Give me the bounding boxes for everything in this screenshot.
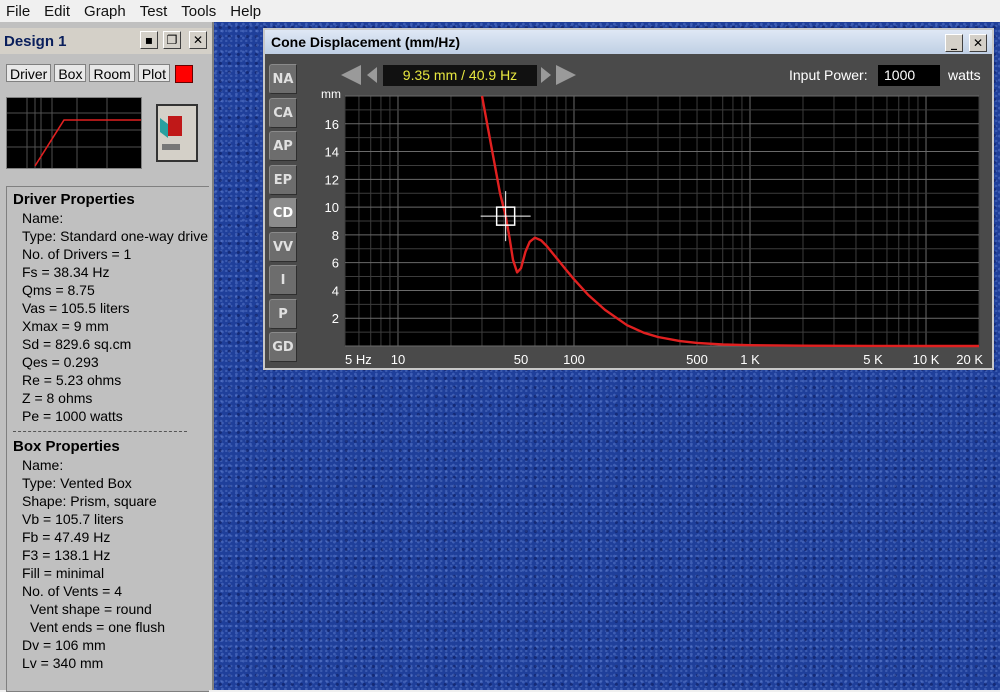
- vent-prop-line: Vent ends = one flush: [30, 619, 166, 635]
- minimize-icon[interactable]: _: [945, 34, 963, 52]
- tab-driver[interactable]: Driver: [6, 64, 52, 82]
- tab-box[interactable]: Box: [54, 64, 87, 82]
- next-arrow-icon[interactable]: [556, 65, 576, 85]
- input-power-unit: watts: [948, 67, 981, 83]
- box-prop-line: Vb = 105.7 liters: [22, 511, 124, 527]
- tab-cd[interactable]: CD: [269, 198, 297, 228]
- tab-plot[interactable]: Plot: [137, 64, 170, 82]
- speaker-box-icon[interactable]: [156, 104, 198, 162]
- driver-prop-line: Sd = 829.6 sq.cm: [22, 336, 132, 352]
- menu-help[interactable]: Help: [223, 3, 268, 20]
- properties-panel[interactable]: Driver Properties Name: Type: Standard o…: [6, 186, 209, 692]
- input-power-field[interactable]: [878, 65, 940, 86]
- save-icon[interactable]: ▪: [140, 31, 158, 49]
- y-axis-label: mm: [321, 88, 341, 101]
- input-power-label: Input Power:: [789, 67, 868, 83]
- driver-prop-line: Xmax = 9 mm: [22, 318, 109, 334]
- y-tick-label: 2: [332, 311, 339, 326]
- box-properties-heading: Box Properties: [13, 438, 120, 455]
- x-tick-label: 5 Hz: [345, 352, 372, 367]
- box-prop-line: Fb = 47.49 Hz: [22, 529, 111, 545]
- driver-prop-line: Name:: [22, 210, 64, 226]
- menu-graph[interactable]: Graph: [77, 3, 133, 20]
- menu-edit[interactable]: Edit: [37, 3, 77, 20]
- speaker-box-svg: [160, 116, 182, 150]
- tab-i[interactable]: I: [269, 265, 297, 295]
- x-tick-label: 20 K: [956, 352, 983, 367]
- tab-ep[interactable]: EP: [269, 164, 297, 195]
- box-prop-line: F3 = 138.1 Hz: [22, 547, 111, 563]
- close-icon[interactable]: ✕: [969, 34, 987, 52]
- driver-prop-line: Qms = 8.75: [22, 282, 95, 298]
- driver-prop-line: Fs = 38.34 Hz: [22, 264, 110, 280]
- graph-titlebar[interactable]: Cone Displacement (mm/Hz) _ ✕: [265, 30, 992, 54]
- y-tick-label: 10: [325, 200, 339, 215]
- design-tabs: Driver Box Room Plot: [6, 64, 193, 83]
- previous-arrow-icon[interactable]: [341, 65, 361, 85]
- x-tick-label: 50: [514, 352, 528, 367]
- design-panel: Design 1 ▪ ❐ ✕ Driver Box Room Plot Driv…: [0, 22, 214, 692]
- y-tick-label: 12: [325, 172, 339, 187]
- x-tick-label: 10: [391, 352, 405, 367]
- cursor-readout: 9.35 mm / 40.9 Hz: [383, 65, 537, 86]
- x-tick-label: 1 K: [740, 352, 760, 367]
- driver-prop-line: Vas = 105.5 liters: [22, 300, 130, 316]
- box-prop-line: Fill = minimal: [22, 565, 105, 581]
- x-tick-label: 10 K: [913, 352, 940, 367]
- vent-prop-line: Vent shape = round: [30, 601, 152, 617]
- tab-vv[interactable]: VV: [269, 231, 297, 262]
- cone-displacement-chart[interactable]: 2 4 6 8 10 12 14 16 mm 5 Hz 10 50 100 500 1 K 5 K 10 K 20…: [309, 88, 989, 368]
- graph-window: Cone Displacement (mm/Hz) _ ✕ NA CA AP E…: [263, 28, 994, 370]
- tab-ap[interactable]: AP: [269, 131, 297, 161]
- box-prop-line: Shape: Prism, square: [22, 493, 157, 509]
- tab-gd[interactable]: GD: [269, 332, 297, 362]
- tab-ca[interactable]: CA: [269, 97, 297, 128]
- driver-prop-line: Pe = 1000 watts: [22, 408, 123, 424]
- y-tick-label: 4: [332, 283, 339, 298]
- y-tick-label: 16: [325, 117, 339, 132]
- design-titlebar: Design 1 ▪ ❐ ✕: [0, 28, 212, 54]
- graph-title: Cone Displacement (mm/Hz): [271, 34, 461, 50]
- tab-na[interactable]: NA: [269, 64, 297, 94]
- driver-prop-line: No. of Drivers = 1: [22, 246, 132, 262]
- step-left-arrow-icon[interactable]: [367, 67, 377, 83]
- vent-prop-line: Dv = 106 mm: [22, 637, 106, 653]
- driver-prop-line: Type: Standard one-way driver: [22, 228, 209, 244]
- y-tick-label: 14: [325, 145, 339, 160]
- properties-divider: [13, 431, 187, 432]
- menu-tools[interactable]: Tools: [174, 3, 223, 20]
- tab-p[interactable]: P: [269, 298, 297, 329]
- x-tick-label: 500: [686, 352, 708, 367]
- menu-test[interactable]: Test: [133, 3, 175, 20]
- box-prop-line: Name:: [22, 457, 64, 473]
- copy-icon[interactable]: ❐: [163, 31, 181, 49]
- vent-prop-line: Lv = 340 mm: [22, 655, 104, 671]
- menu-bar: File Edit Graph Test Tools Help: [0, 0, 1000, 23]
- menu-file[interactable]: File: [0, 3, 37, 20]
- mini-graph-svg: [7, 98, 141, 168]
- tab-room[interactable]: Room: [89, 64, 135, 82]
- mini-response-graph[interactable]: [6, 97, 142, 169]
- plot-color-swatch[interactable]: [174, 65, 193, 83]
- box-prop-line: Type: Vented Box: [22, 475, 132, 491]
- design-title: Design 1: [4, 33, 67, 50]
- graph-type-tabs: NA CA AP EP CD VV I P GD: [269, 64, 299, 366]
- y-tick-label: 8: [332, 228, 339, 243]
- driver-prop-line: Re = 5.23 ohms: [22, 372, 122, 388]
- x-tick-label: 100: [563, 352, 585, 367]
- y-tick-label: 6: [332, 256, 339, 271]
- step-right-arrow-icon[interactable]: [541, 67, 551, 83]
- close-icon[interactable]: ✕: [189, 31, 207, 49]
- driver-properties-heading: Driver Properties: [13, 191, 135, 208]
- x-tick-label: 5 K: [863, 352, 883, 367]
- box-prop-line: No. of Vents = 4: [22, 583, 123, 599]
- driver-prop-line: Qes = 0.293: [22, 354, 99, 370]
- driver-prop-line: Z = 8 ohms: [22, 390, 93, 406]
